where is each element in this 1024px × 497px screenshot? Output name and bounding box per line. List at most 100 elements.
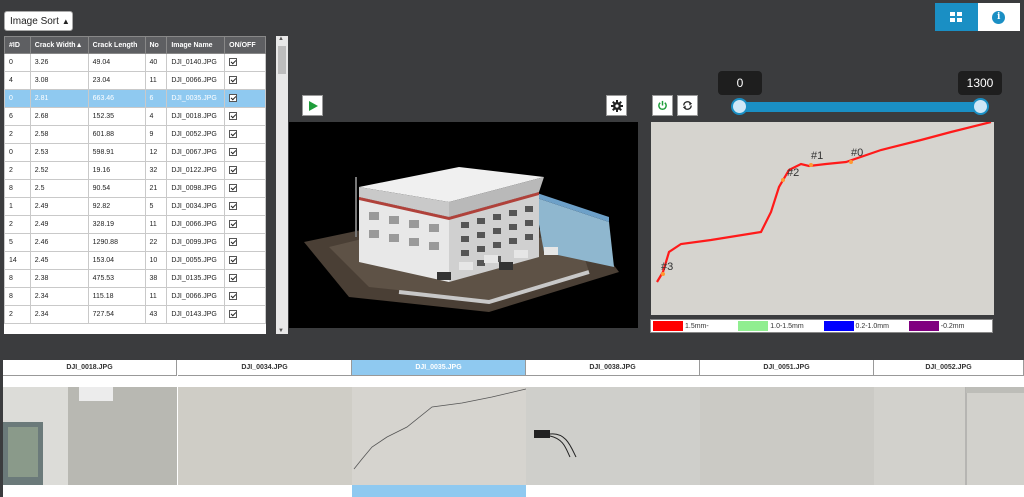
col-id[interactable]: #ID [4, 36, 31, 54]
info-button[interactable]: i [977, 3, 1020, 31]
thumbnail-item[interactable]: DJI_0035.JPG [352, 360, 526, 497]
on-off-checkbox[interactable] [229, 309, 238, 318]
table-row[interactable]: 8 2.38 475.53 38 DJI_0135.JPG [4, 269, 266, 288]
table-cell: 8 [4, 269, 31, 288]
table-cell: 663.46 [87, 89, 146, 108]
range-slider-min-handle[interactable] [731, 98, 748, 115]
table-cell [224, 125, 266, 144]
table-cell: 8 [4, 287, 31, 306]
on-off-checkbox[interactable] [229, 129, 238, 138]
on-off-checkbox[interactable] [229, 75, 238, 84]
table-cell [224, 215, 266, 234]
play-button[interactable] [302, 95, 323, 116]
table-row[interactable]: 8 2.34 115.18 11 DJI_0066.JPG [4, 287, 266, 306]
on-off-checkbox[interactable] [229, 219, 238, 228]
table-cell [224, 143, 266, 162]
scroll-down-icon[interactable]: ▼ [278, 328, 284, 334]
on-off-checkbox[interactable] [229, 183, 238, 192]
table-cell: 2.46 [29, 233, 89, 252]
table-row[interactable]: 4 3.08 23.04 11 DJI_0066.JPG [4, 71, 266, 90]
on-off-checkbox[interactable] [229, 273, 238, 282]
settings-button[interactable] [606, 95, 627, 116]
table-row[interactable]: 2 2.58 601.88 9 DJI_0052.JPG [4, 125, 266, 144]
table-row[interactable]: 2 2.52 19.16 32 DJI_0122.JPG [4, 161, 266, 180]
range-slider-max-handle[interactable] [972, 98, 989, 115]
sort-up-icon: ▲ [75, 41, 83, 49]
legend-swatch [908, 321, 939, 331]
table-cell: 38 [144, 269, 168, 288]
table-cell: 2 [4, 125, 31, 144]
table-cell: 1290.88 [87, 233, 146, 252]
table-cell: DJI_0066.JPG [166, 71, 226, 90]
on-off-checkbox[interactable] [229, 237, 238, 246]
legend-label: 1.0-1.5mm [770, 322, 804, 330]
table-cell: 2 [4, 161, 31, 180]
crack-detection-image[interactable]: #1 #0 #2 #3 [651, 122, 994, 315]
scroll-thumb[interactable] [278, 46, 286, 74]
legend-swatch [653, 321, 683, 331]
thumbnail-item[interactable]: DJI_0034.JPG [178, 360, 352, 497]
table-row[interactable]: 2 2.49 328.19 11 DJI_0066.JPG [4, 215, 266, 234]
table-row[interactable]: 5 2.46 1290.88 22 DJI_0099.JPG [4, 233, 266, 252]
table-scrollbar[interactable]: ▲ ▼ [276, 36, 288, 334]
table-row[interactable]: 8 2.5 90.54 21 DJI_0098.JPG [4, 179, 266, 198]
table-header-row: #ID Crack Width▲ Crack Length No Image N… [4, 36, 266, 54]
col-image-name[interactable]: Image Name [166, 36, 226, 54]
on-off-checkbox[interactable] [229, 291, 238, 300]
table-row[interactable]: 0 2.81 663.46 6 DJI_0035.JPG [4, 89, 266, 108]
table-cell: 727.54 [87, 305, 146, 324]
table-cell: DJI_0034.JPG [166, 197, 226, 216]
on-off-checkbox[interactable] [229, 93, 238, 102]
table-cell: 2.53 [29, 143, 89, 162]
on-off-checkbox[interactable] [229, 255, 238, 264]
grid-view-button[interactable] [935, 3, 978, 31]
thumbnail-item[interactable]: DJI_0018.JPG [3, 360, 177, 497]
thumbnail-label: DJI_0018.JPG [3, 360, 176, 376]
table-cell: 153.04 [87, 251, 146, 270]
thumbnail-item[interactable]: DJI_0052.JPG [874, 360, 1024, 497]
on-off-checkbox[interactable] [229, 147, 238, 156]
table-row[interactable]: 6 2.68 152.35 4 DJI_0018.JPG [4, 107, 266, 126]
crack-label-3: #3 [661, 261, 673, 273]
thumbnail-label: DJI_0051.JPG [700, 360, 873, 376]
3d-model-viewer[interactable] [289, 122, 638, 328]
on-off-checkbox[interactable] [229, 165, 238, 174]
thumbnail-label: DJI_0052.JPG [874, 360, 1023, 376]
table-cell [224, 53, 266, 72]
table-row[interactable]: 0 3.26 49.04 40 DJI_0140.JPG [4, 53, 266, 72]
power-button[interactable] [652, 95, 673, 116]
table-cell: 32 [144, 161, 168, 180]
table-cell: 2.5 [29, 179, 89, 198]
gear-icon [610, 99, 623, 112]
col-crack-width[interactable]: Crack Width▲ [29, 36, 89, 54]
thumbnail-item[interactable]: DJI_0038.JPG [526, 360, 700, 497]
table-cell: 0 [4, 143, 31, 162]
on-off-checkbox[interactable] [229, 201, 238, 210]
col-no[interactable]: No [144, 36, 168, 54]
table-cell: 598.91 [87, 143, 146, 162]
table-row[interactable]: 14 2.45 153.04 10 DJI_0055.JPG [4, 251, 266, 270]
thumbnail-image [352, 387, 526, 485]
table-cell: DJI_0066.JPG [166, 215, 226, 234]
table-cell: 11 [144, 287, 168, 306]
table-cell: 22 [144, 233, 168, 252]
table-row[interactable]: 1 2.49 92.82 5 DJI_0034.JPG [4, 197, 266, 216]
col-on-off[interactable]: ON/OFF [224, 36, 266, 54]
table-cell: DJI_0067.JPG [166, 143, 226, 162]
table-row[interactable]: 2 2.34 727.54 43 DJI_0143.JPG [4, 305, 266, 324]
scroll-up-icon[interactable]: ▲ [278, 36, 284, 42]
on-off-checkbox[interactable] [229, 57, 238, 66]
on-off-checkbox[interactable] [229, 111, 238, 120]
refresh-button[interactable] [677, 95, 698, 116]
table-cell [224, 269, 266, 288]
thumbnail-item[interactable]: DJI_0051.JPG [700, 360, 874, 497]
range-slider-track[interactable] [740, 102, 981, 112]
table-cell: 3.08 [29, 71, 89, 90]
col-crack-length[interactable]: Crack Length [87, 36, 146, 54]
table-cell [224, 251, 266, 270]
thumbnail-image [178, 387, 352, 485]
image-sort-select[interactable]: Image Sort ▲︎ [4, 11, 73, 31]
info-icon: i [992, 10, 1006, 24]
table-row[interactable]: 0 2.53 598.91 12 DJI_0067.JPG [4, 143, 266, 162]
thumbnail-image [874, 387, 1024, 485]
